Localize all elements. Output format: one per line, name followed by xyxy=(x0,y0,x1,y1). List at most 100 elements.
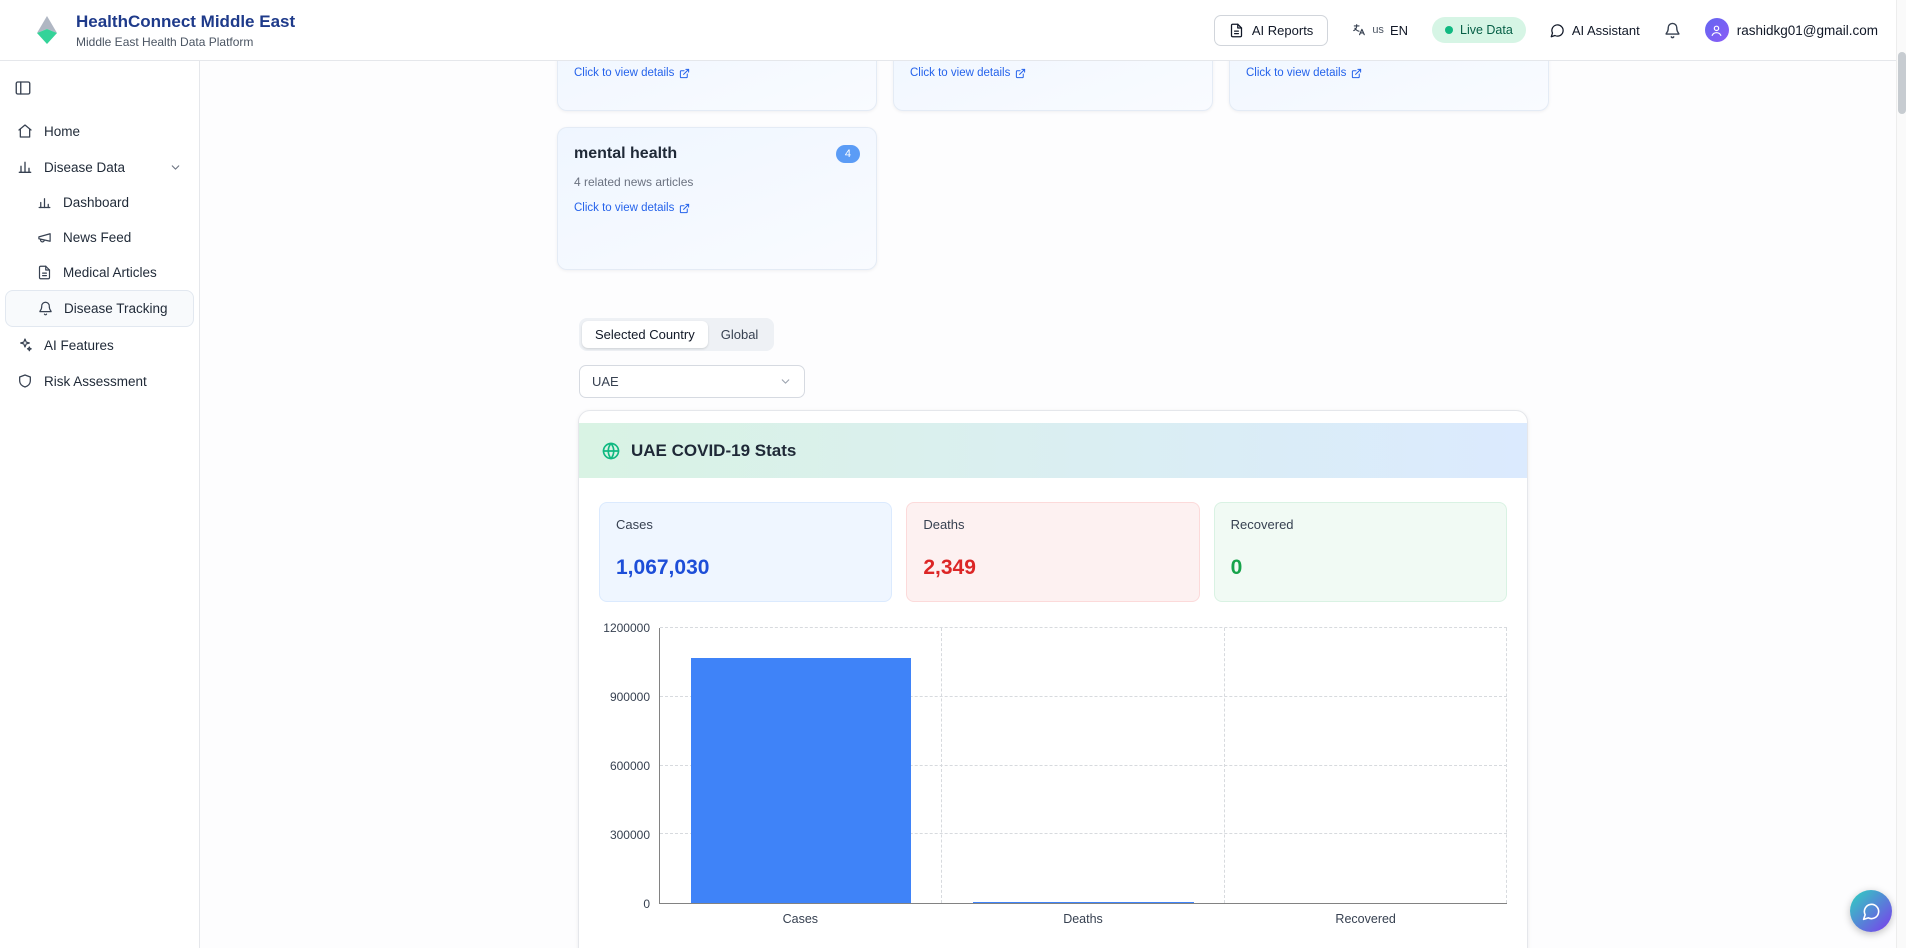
ai-reports-button[interactable]: AI Reports xyxy=(1213,14,1329,46)
main-content: Click to view details Click to view deta… xyxy=(200,61,1906,948)
y-tick-label: 600000 xyxy=(609,759,650,773)
view-details-label: Click to view details xyxy=(1246,67,1347,79)
stat-card-deaths: Deaths 2,349 xyxy=(906,502,1200,602)
country-select-value: UAE xyxy=(592,374,619,389)
ai-assistant-button[interactable]: AI Assistant xyxy=(1550,23,1640,38)
sparkles-icon xyxy=(17,337,33,353)
stat-cards-row: Cases 1,067,030 Deaths 2,349 Recovered 0 xyxy=(599,502,1507,602)
topic-subtitle: 4 related news articles xyxy=(574,175,694,189)
avatar xyxy=(1704,18,1729,42)
brand-text: HealthConnect Middle East Middle East He… xyxy=(76,12,295,49)
sidebar-item-label: Risk Assessment xyxy=(44,373,147,389)
chat-fab-button[interactable] xyxy=(1850,890,1892,932)
covid-bar-chart: 0 300000 600000 900000 1200000 Cases Deaths Re… xyxy=(599,621,1507,930)
brand: HealthConnect Middle East Middle East He… xyxy=(30,12,295,49)
app-title: HealthConnect Middle East xyxy=(76,11,296,31)
view-details-label: Click to view details xyxy=(574,202,675,214)
y-tick-label: 1200000 xyxy=(603,621,650,635)
chevron-down-icon xyxy=(169,161,182,174)
bar-cases xyxy=(691,658,912,903)
topic-card-mental-health[interactable]: mental health 4 4 related news articles … xyxy=(557,127,877,270)
sidebar-item-label: AI Features xyxy=(44,337,114,353)
stat-label: Recovered xyxy=(1230,517,1294,532)
topic-card-header: mental health 4 xyxy=(574,145,860,163)
x-tick-label: Recovered xyxy=(1335,912,1396,926)
sidebar-item-label: Disease Tracking xyxy=(64,301,168,316)
document-icon xyxy=(1229,23,1244,38)
user-menu[interactable]: rashidkg01@gmail.com xyxy=(1704,18,1878,42)
file-text-icon xyxy=(37,265,52,280)
scrollbar-thumb[interactable] xyxy=(1898,52,1906,114)
sidebar-item-disease-data[interactable]: Disease Data xyxy=(0,149,199,185)
stat-label: Cases xyxy=(616,517,653,532)
sidebar-item-label: Dashboard xyxy=(63,195,130,210)
sidebar-item-ai-features[interactable]: AI Features xyxy=(0,327,199,363)
stat-card-recovered: Recovered 0 xyxy=(1213,502,1507,602)
sidebar-item-home[interactable]: Home xyxy=(0,113,199,149)
gridline-horizontal xyxy=(660,627,1507,628)
view-details-label: Click to view details xyxy=(574,67,675,79)
chart-plot-wrap: Cases Deaths Recovered xyxy=(659,627,1507,930)
chevron-down-icon xyxy=(779,375,792,388)
notifications-button[interactable] xyxy=(1664,22,1681,39)
sidebar-item-label: Disease Data xyxy=(44,159,126,175)
sidebar-item-disease-tracking[interactable]: Disease Tracking xyxy=(5,290,194,327)
stats-panel-title: UAE COVID-19 Stats xyxy=(631,440,797,460)
gridline-vertical xyxy=(941,628,943,903)
sidebar-item-risk-assessment[interactable]: Risk Assessment xyxy=(0,363,199,399)
app-subtitle: Middle East Health Data Platform xyxy=(76,34,254,49)
view-details-link[interactable]: Click to view details xyxy=(1246,67,1362,79)
bar-deaths xyxy=(973,902,1194,903)
stat-value: 2,349 xyxy=(923,556,976,579)
page-scrollbar[interactable] xyxy=(1896,0,1906,948)
translate-icon xyxy=(1352,23,1366,37)
y-tick-label: 300000 xyxy=(609,828,650,842)
sidebar-item-medical-articles[interactable]: Medical Articles xyxy=(0,255,199,290)
topic-card-partial[interactable]: Click to view details xyxy=(893,61,1213,111)
y-tick-label: 0 xyxy=(643,897,650,911)
top-header: HealthConnect Middle East Middle East He… xyxy=(0,0,1906,61)
bell-icon xyxy=(1664,22,1681,39)
stat-value: 1,067,030 xyxy=(616,556,710,579)
topic-title: mental health xyxy=(574,145,678,162)
x-tick-label: Cases xyxy=(782,912,819,926)
view-details-link[interactable]: Click to view details xyxy=(574,67,690,79)
chart-plot xyxy=(659,627,1507,904)
view-details-link[interactable]: Click to view details xyxy=(574,202,690,214)
stat-value: 0 xyxy=(1230,556,1243,579)
sidebar-item-news-feed[interactable]: News Feed xyxy=(0,220,199,255)
topic-card-partial[interactable]: Click to view details xyxy=(557,61,877,111)
header-actions: AI Reports us EN Live Data AI Assistant xyxy=(1213,14,1878,46)
shield-icon xyxy=(17,373,33,389)
language-code: EN xyxy=(1389,22,1408,38)
chat-bubble-icon xyxy=(1862,902,1881,921)
megaphone-icon xyxy=(37,230,52,245)
grid-spacer xyxy=(1229,127,1549,270)
stats-panel-header: UAE COVID-19 Stats xyxy=(579,423,1527,478)
external-link-icon xyxy=(1351,68,1362,79)
alert-bell-icon xyxy=(38,301,53,316)
sidebar-collapse-button[interactable] xyxy=(14,79,34,97)
live-data-label: Live Data xyxy=(1460,23,1513,37)
globe-icon xyxy=(601,441,621,461)
chart-y-axis: 0 300000 600000 900000 1200000 xyxy=(599,621,659,911)
topic-card-partial[interactable]: Click to view details xyxy=(1229,61,1549,111)
live-data-badge: Live Data xyxy=(1432,17,1526,43)
sidebar-item-label: Home xyxy=(44,123,81,139)
content-column: Click to view details Click to view deta… xyxy=(557,61,1549,948)
sidebar-item-label: News Feed xyxy=(63,230,132,245)
app-body: Home Disease Data Dashboard News Feed Me… xyxy=(0,61,1906,948)
language-selector[interactable]: us EN xyxy=(1352,23,1408,38)
ai-assistant-label: AI Assistant xyxy=(1571,22,1640,38)
tab-global[interactable]: Global xyxy=(708,321,772,348)
tab-selected-country[interactable]: Selected Country xyxy=(582,321,708,348)
sidebar-item-dashboard[interactable]: Dashboard xyxy=(0,185,199,220)
topic-cards-grid: Click to view details Click to view deta… xyxy=(557,61,1549,270)
y-tick-label: 900000 xyxy=(609,690,650,704)
panel-left-icon xyxy=(14,79,34,97)
covid-stats-panel: UAE COVID-19 Stats Cases 1,067,030 Death… xyxy=(578,410,1528,948)
gridline-vertical xyxy=(1223,628,1225,903)
view-details-link[interactable]: Click to view details xyxy=(910,67,1026,79)
country-select[interactable]: UAE xyxy=(579,365,805,398)
chat-bubble-icon xyxy=(1550,23,1565,38)
